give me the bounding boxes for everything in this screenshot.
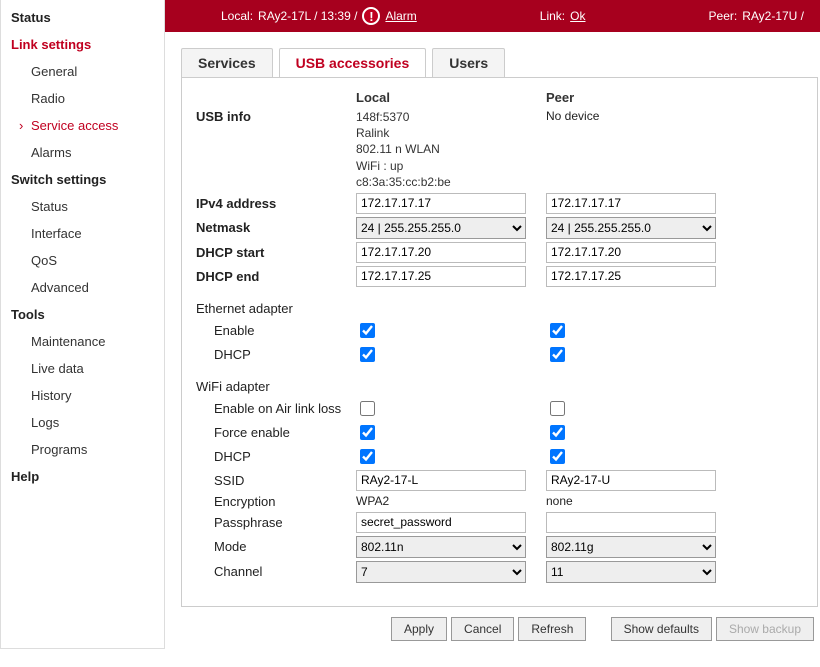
refresh-button[interactable]: Refresh [518,617,586,641]
nav-help[interactable]: Help [1,463,164,490]
topbar-local-label: Local: [221,9,253,23]
alarm-icon: ! [362,7,380,25]
topbar-link-value[interactable]: Ok [570,9,585,23]
col-local-header: Local [356,90,546,105]
dhcp-end-peer-input[interactable] [546,266,716,287]
eth-section-title: Ethernet adapter [196,301,803,316]
wifi-airloss-peer-check[interactable] [550,401,565,416]
nav-live-data[interactable]: Live data [1,355,164,382]
arrow-icon: › [19,118,23,133]
apply-button[interactable]: Apply [391,617,447,641]
channel-label: Channel [196,564,356,579]
dhcp-end-label: DHCP end [196,269,356,284]
mode-label: Mode [196,539,356,554]
nav-history[interactable]: History [1,382,164,409]
encryption-peer-value: none [546,494,736,508]
wifi-force-peer-check[interactable] [550,425,565,440]
wifi-airloss-label: Enable on Air link loss [196,401,356,416]
encryption-label: Encryption [196,494,356,509]
tab-services[interactable]: Services [181,48,273,77]
ipv4-label: IPv4 address [196,196,356,211]
nav-tools[interactable]: Tools [1,301,164,328]
eth-enable-local-check[interactable] [360,323,375,338]
action-bar: Apply Cancel Refresh Show defaults Show … [181,607,818,649]
channel-peer-select[interactable]: 11 [546,561,716,583]
netmask-peer-select[interactable]: 24 | 255.255.255.0 [546,217,716,239]
dhcp-start-local-input[interactable] [356,242,526,263]
passphrase-local-input[interactable] [356,512,526,533]
eth-enable-label: Enable [196,323,356,338]
nav-qos[interactable]: QoS [1,247,164,274]
eth-dhcp-peer-check[interactable] [550,347,565,362]
tabbar: Services USB accessories Users [165,32,820,77]
dhcp-start-peer-input[interactable] [546,242,716,263]
nav-sw-status[interactable]: Status [1,193,164,220]
show-backup-button[interactable]: Show backup [716,617,814,641]
topbar-local-value: RAy2-17L / 13:39 / [258,9,357,23]
wifi-force-label: Force enable [196,425,356,440]
nav-switch-settings[interactable]: Switch settings [1,166,164,193]
netmask-local-select[interactable]: 24 | 255.255.255.0 [356,217,526,239]
show-defaults-button[interactable]: Show defaults [611,617,712,641]
topbar: Local: RAy2-17L / 13:39 / ! Alarm Link: … [165,0,820,32]
nav-link-settings[interactable]: Link settings [1,31,164,58]
tab-users[interactable]: Users [432,48,505,77]
nav-advanced[interactable]: Advanced [1,274,164,301]
encryption-local-value: WPA2 [356,494,546,508]
nav-interface[interactable]: Interface [1,220,164,247]
passphrase-label: Passphrase [196,515,356,530]
passphrase-peer-input[interactable] [546,512,716,533]
main-area: Local: RAy2-17L / 13:39 / ! Alarm Link: … [165,0,820,649]
usb-info-peer: No device [546,109,736,123]
topbar-alarm-link[interactable]: Alarm [385,9,416,23]
ssid-peer-input[interactable] [546,470,716,491]
ssid-label: SSID [196,473,356,488]
mode-local-select[interactable]: 802.11n [356,536,526,558]
wifi-dhcp-peer-check[interactable] [550,449,565,464]
topbar-peer-value: RAy2-17U / [742,9,804,23]
ssid-local-input[interactable] [356,470,526,491]
ipv4-local-input[interactable] [356,193,526,214]
mode-peer-select[interactable]: 802.11g [546,536,716,558]
wifi-dhcp-label: DHCP [196,449,356,464]
nav-service-access[interactable]: ›Service access [1,112,164,139]
wifi-force-local-check[interactable] [360,425,375,440]
nav-maintenance[interactable]: Maintenance [1,328,164,355]
usb-info-label: USB info [196,109,356,124]
ipv4-peer-input[interactable] [546,193,716,214]
panel: . Local Peer USB info 148f:5370 Ralink 8… [181,77,818,607]
eth-dhcp-local-check[interactable] [360,347,375,362]
nav-programs[interactable]: Programs [1,436,164,463]
wifi-section-title: WiFi adapter [196,379,803,394]
wifi-dhcp-local-check[interactable] [360,449,375,464]
wifi-airloss-local-check[interactable] [360,401,375,416]
usb-info-local: 148f:5370 Ralink 802.11 n WLAN WiFi : up… [356,109,546,190]
netmask-label: Netmask [196,220,356,235]
dhcp-start-label: DHCP start [196,245,356,260]
nav-general[interactable]: General [1,58,164,85]
nav-alarms[interactable]: Alarms [1,139,164,166]
channel-local-select[interactable]: 7 [356,561,526,583]
nav-status[interactable]: Status [1,4,164,31]
topbar-peer-label: Peer: [709,9,738,23]
sidebar: Status Link settings General Radio ›Serv… [0,0,165,649]
nav-logs[interactable]: Logs [1,409,164,436]
eth-enable-peer-check[interactable] [550,323,565,338]
eth-dhcp-label: DHCP [196,347,356,362]
topbar-link-label: Link: [540,9,565,23]
col-peer-header: Peer [546,90,736,105]
tab-usb-accessories[interactable]: USB accessories [279,48,427,77]
dhcp-end-local-input[interactable] [356,266,526,287]
nav-radio[interactable]: Radio [1,85,164,112]
cancel-button[interactable]: Cancel [451,617,514,641]
